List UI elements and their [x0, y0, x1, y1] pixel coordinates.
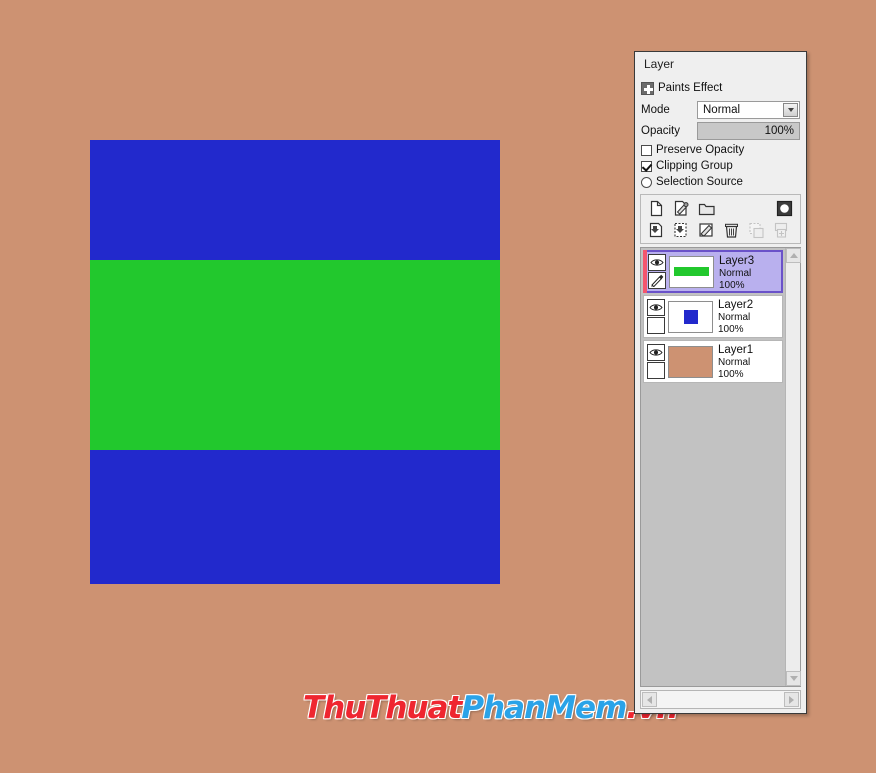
layer-toolbar-row-1 [644, 197, 797, 219]
mode-label: Mode [641, 103, 670, 116]
thumb-tan-fill [669, 346, 712, 377]
paint-pen-icon[interactable] [648, 272, 666, 289]
scroll-down-arrow-icon[interactable] [786, 671, 801, 686]
duplicate-selection-icon [744, 220, 769, 241]
layer-name: Layer1 [718, 344, 754, 356]
mode-value: Normal [703, 103, 741, 116]
selection-source-radio[interactable] [641, 176, 652, 188]
layer-toolbar-row-2 [644, 219, 797, 241]
layer-mode: Normal [718, 357, 751, 368]
opacity-value: 100% [764, 124, 794, 137]
selection-source-row[interactable]: Selection Source [641, 174, 800, 190]
visibility-eye-icon[interactable] [647, 344, 665, 361]
mode-row: Mode Normal [641, 100, 800, 119]
layer-info-1: Layer1 Normal 100% [713, 341, 782, 382]
selection-source-label: Selection Source [656, 176, 743, 188]
opacity-label: Opacity [641, 124, 680, 137]
chevron-down-icon[interactable] [783, 102, 798, 117]
layer-panel-window: Layer Paints Effect Mode Normal Opacity … [634, 51, 807, 714]
expand-plus-icon[interactable] [641, 81, 654, 95]
layer-mode: Normal [719, 268, 752, 279]
preserve-opacity-row[interactable]: Preserve Opacity [641, 142, 800, 158]
duplicate-layer-icon [769, 220, 794, 241]
layer-toggles-3 [645, 252, 667, 291]
thumb-green-stripe [674, 267, 709, 276]
layer-opacity: 100% [718, 369, 744, 380]
layer-mask-icon[interactable] [772, 198, 797, 219]
visibility-eye-icon[interactable] [647, 299, 665, 316]
layer-info-3: Layer3 Normal 100% [714, 252, 781, 291]
paint-pen-icon[interactable] [647, 362, 665, 379]
layer-toggles-1 [644, 341, 666, 382]
layer-list-horizontal-scrollbar[interactable] [640, 690, 801, 709]
layer-row-1[interactable]: Layer1 Normal 100% [643, 340, 783, 383]
layer-list-container: Layer3 Normal 100% Layer2 Normal 100% La… [640, 247, 801, 687]
layer-info-2: Layer2 Normal 100% [713, 296, 782, 337]
layer-opacity: 100% [719, 280, 745, 291]
panel-title: Layer [635, 52, 806, 79]
new-paint-layer-icon[interactable] [669, 198, 694, 219]
layer-mode: Normal [718, 312, 751, 323]
thumb-blue-square [683, 309, 698, 324]
clipping-group-checkbox[interactable] [641, 160, 652, 172]
preserve-opacity-checkbox[interactable] [641, 144, 652, 156]
clear-layer-icon[interactable] [694, 220, 719, 241]
canvas-green-band [90, 260, 500, 450]
new-layer-icon[interactable] [644, 198, 669, 219]
merge-down-icon[interactable] [644, 220, 669, 241]
scroll-up-arrow-icon[interactable] [786, 248, 801, 263]
opacity-row: Opacity 100% [641, 121, 800, 140]
scroll-right-arrow-icon[interactable] [784, 692, 799, 707]
watermark-part-1: ThuThuat [303, 690, 462, 726]
layer-row-3[interactable]: Layer3 Normal 100% [643, 250, 783, 293]
preserve-opacity-label: Preserve Opacity [656, 144, 745, 156]
scroll-left-arrow-icon[interactable] [642, 692, 657, 707]
delete-layer-icon[interactable] [719, 220, 744, 241]
mode-select[interactable]: Normal [697, 100, 800, 119]
new-folder-icon[interactable] [694, 198, 719, 219]
layer-toggles-2 [644, 296, 666, 337]
clipping-group-row[interactable]: Clipping Group [641, 158, 800, 174]
layer-name: Layer3 [719, 255, 755, 267]
layer-list-vertical-scrollbar[interactable] [785, 248, 801, 686]
merge-selection-icon[interactable] [669, 220, 694, 241]
paints-effect-label: Paints Effect [658, 82, 723, 94]
layer-row-2[interactable]: Layer2 Normal 100% [643, 295, 783, 338]
layer-thumbnail-2 [668, 300, 713, 333]
layer-thumbnail-3 [669, 255, 714, 288]
layer-opacity: 100% [718, 324, 744, 335]
paint-pen-icon[interactable] [647, 317, 665, 334]
artwork-canvas[interactable] [90, 140, 500, 584]
layer-toolbar [640, 194, 801, 244]
layer-properties-section: Paints Effect Mode Normal Opacity 100% P… [635, 79, 806, 190]
layer-thumbnail-1 [668, 345, 713, 378]
paints-effect-row[interactable]: Paints Effect [641, 79, 800, 97]
selected-layer-marker [643, 250, 647, 293]
layer-list[interactable]: Layer3 Normal 100% Layer2 Normal 100% La… [641, 248, 785, 686]
clipping-group-label: Clipping Group [656, 160, 733, 172]
site-watermark: ThuThuatPhanMem.vn [303, 690, 678, 726]
watermark-part-2: PhanMem [461, 690, 627, 726]
opacity-slider[interactable]: 100% [697, 121, 800, 140]
visibility-eye-icon[interactable] [648, 254, 666, 271]
layer-name: Layer2 [718, 299, 754, 311]
